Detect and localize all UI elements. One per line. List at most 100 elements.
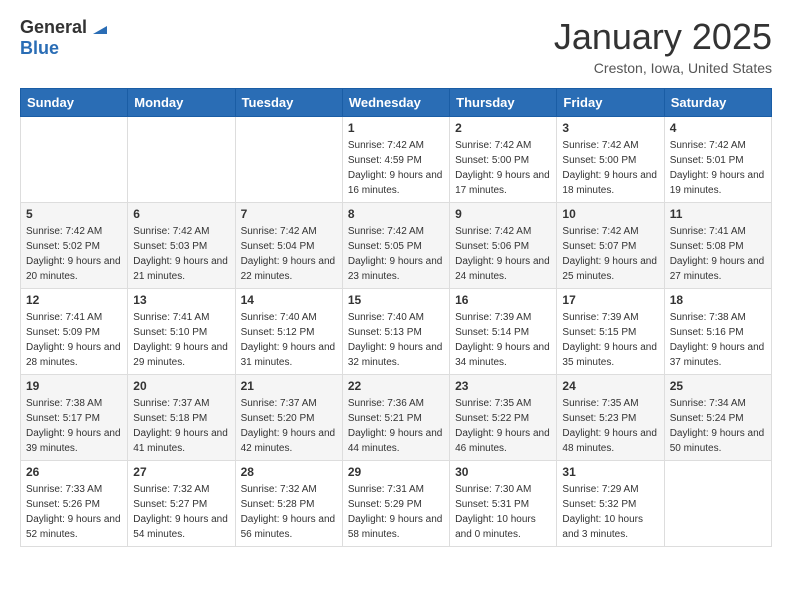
- sunset-text: Sunset: 5:07 PM: [562, 239, 658, 254]
- header-row: Sunday Monday Tuesday Wednesday Thursday…: [21, 89, 772, 117]
- sunrise-text: Sunrise: 7:37 AM: [241, 396, 337, 411]
- day-number: 28: [241, 465, 337, 479]
- sunrise-text: Sunrise: 7:36 AM: [348, 396, 444, 411]
- sunrise-text: Sunrise: 7:34 AM: [670, 396, 766, 411]
- day-info: Sunrise: 7:38 AMSunset: 5:16 PMDaylight:…: [670, 310, 766, 370]
- day-info: Sunrise: 7:37 AMSunset: 5:20 PMDaylight:…: [241, 396, 337, 456]
- calendar-cell: 27Sunrise: 7:32 AMSunset: 5:27 PMDayligh…: [128, 461, 235, 547]
- day-info: Sunrise: 7:41 AMSunset: 5:10 PMDaylight:…: [133, 310, 229, 370]
- sunrise-text: Sunrise: 7:31 AM: [348, 482, 444, 497]
- sunset-text: Sunset: 5:03 PM: [133, 239, 229, 254]
- sunset-text: Sunset: 5:13 PM: [348, 325, 444, 340]
- day-info: Sunrise: 7:42 AMSunset: 4:59 PMDaylight:…: [348, 138, 444, 198]
- daylight-text: Daylight: 9 hours and 21 minutes.: [133, 254, 229, 284]
- day-number: 2: [455, 121, 551, 135]
- day-number: 1: [348, 121, 444, 135]
- sunrise-text: Sunrise: 7:37 AM: [133, 396, 229, 411]
- daylight-text: Daylight: 9 hours and 54 minutes.: [133, 512, 229, 542]
- sunrise-text: Sunrise: 7:29 AM: [562, 482, 658, 497]
- calendar-week-2: 5Sunrise: 7:42 AMSunset: 5:02 PMDaylight…: [21, 203, 772, 289]
- daylight-text: Daylight: 9 hours and 48 minutes.: [562, 426, 658, 456]
- day-info: Sunrise: 7:40 AMSunset: 5:12 PMDaylight:…: [241, 310, 337, 370]
- page: General Blue January 2025 Creston, Iowa,…: [0, 0, 792, 563]
- col-monday: Monday: [128, 89, 235, 117]
- day-info: Sunrise: 7:41 AMSunset: 5:09 PMDaylight:…: [26, 310, 122, 370]
- daylight-text: Daylight: 9 hours and 29 minutes.: [133, 340, 229, 370]
- day-number: 8: [348, 207, 444, 221]
- sunrise-text: Sunrise: 7:35 AM: [455, 396, 551, 411]
- sunset-text: Sunset: 5:15 PM: [562, 325, 658, 340]
- day-number: 31: [562, 465, 658, 479]
- calendar-cell: 15Sunrise: 7:40 AMSunset: 5:13 PMDayligh…: [342, 289, 449, 375]
- day-info: Sunrise: 7:42 AMSunset: 5:05 PMDaylight:…: [348, 224, 444, 284]
- sunset-text: Sunset: 5:08 PM: [670, 239, 766, 254]
- day-number: 24: [562, 379, 658, 393]
- day-info: Sunrise: 7:32 AMSunset: 5:27 PMDaylight:…: [133, 482, 229, 542]
- calendar-cell: 17Sunrise: 7:39 AMSunset: 5:15 PMDayligh…: [557, 289, 664, 375]
- sunrise-text: Sunrise: 7:42 AM: [455, 138, 551, 153]
- sunrise-text: Sunrise: 7:30 AM: [455, 482, 551, 497]
- month-title: January 2025: [554, 16, 772, 58]
- sunrise-text: Sunrise: 7:42 AM: [562, 224, 658, 239]
- sunrise-text: Sunrise: 7:33 AM: [26, 482, 122, 497]
- calendar-week-4: 19Sunrise: 7:38 AMSunset: 5:17 PMDayligh…: [21, 375, 772, 461]
- calendar-week-5: 26 Sunrise: 7:33 AMSunset: 5:26 PMDayligh…: [21, 461, 772, 547]
- calendar-cell: 14Sunrise: 7:40 AMSunset: 5:12 PMDayligh…: [235, 289, 342, 375]
- sunrise-text: Sunrise: 7:40 AM: [241, 310, 337, 325]
- daylight-text: Daylight: 9 hours and 35 minutes.: [562, 340, 658, 370]
- calendar-cell: 28 Sunrise: 7:32 AMSunset: 5:28 PMDayligh…: [235, 461, 342, 547]
- day-info: Sunrise: 7:32 AMSunset: 5:28 PMDaylight:…: [241, 482, 337, 542]
- sunrise-text: Sunrise: 7:41 AM: [26, 310, 122, 325]
- sunrise-text: Sunrise: 7:41 AM: [670, 224, 766, 239]
- sunset-text: Sunset: 5:29 PM: [348, 497, 444, 512]
- calendar-cell: 20Sunrise: 7:37 AMSunset: 5:18 PMDayligh…: [128, 375, 235, 461]
- daylight-text: Daylight: 9 hours and 22 minutes.: [241, 254, 337, 284]
- sunset-text: Sunset: 5:00 PM: [562, 153, 658, 168]
- sunrise-text: Sunrise: 7:35 AM: [562, 396, 658, 411]
- day-number: 21: [241, 379, 337, 393]
- day-info: Sunrise: 7:42 AMSunset: 5:00 PMDaylight:…: [562, 138, 658, 198]
- sunset-text: Sunset: 5:24 PM: [670, 411, 766, 426]
- calendar-week-3: 12Sunrise: 7:41 AMSunset: 5:09 PMDayligh…: [21, 289, 772, 375]
- calendar-week-1: 1 Sunrise: 7:42 AMSunset: 4:59 PMDaylight…: [21, 117, 772, 203]
- location-text: Creston, Iowa, United States: [554, 60, 772, 76]
- sunrise-text: Sunrise: 7:42 AM: [455, 224, 551, 239]
- day-info: Sunrise: 7:29 AMSunset: 5:32 PMDaylight:…: [562, 482, 658, 542]
- calendar-cell: [664, 461, 771, 547]
- daylight-text: Daylight: 9 hours and 20 minutes.: [26, 254, 122, 284]
- day-number: 4: [670, 121, 766, 135]
- day-number: 18: [670, 293, 766, 307]
- daylight-text: Daylight: 9 hours and 32 minutes.: [348, 340, 444, 370]
- day-number: 23: [455, 379, 551, 393]
- sunrise-text: Sunrise: 7:39 AM: [562, 310, 658, 325]
- calendar-cell: 1 Sunrise: 7:42 AMSunset: 4:59 PMDaylight…: [342, 117, 449, 203]
- day-info: Sunrise: 7:41 AMSunset: 5:08 PMDaylight:…: [670, 224, 766, 284]
- sunset-text: Sunset: 5:18 PM: [133, 411, 229, 426]
- calendar-cell: [128, 117, 235, 203]
- day-info: Sunrise: 7:42 AMSunset: 5:03 PMDaylight:…: [133, 224, 229, 284]
- sunset-text: Sunset: 5:32 PM: [562, 497, 658, 512]
- calendar-cell: 25Sunrise: 7:34 AMSunset: 5:24 PMDayligh…: [664, 375, 771, 461]
- sunrise-text: Sunrise: 7:39 AM: [455, 310, 551, 325]
- calendar-cell: 19Sunrise: 7:38 AMSunset: 5:17 PMDayligh…: [21, 375, 128, 461]
- calendar-cell: 31 Sunrise: 7:29 AMSunset: 5:32 PMDayligh…: [557, 461, 664, 547]
- sunrise-text: Sunrise: 7:41 AM: [133, 310, 229, 325]
- day-info: Sunrise: 7:35 AMSunset: 5:23 PMDaylight:…: [562, 396, 658, 456]
- header: General Blue January 2025 Creston, Iowa,…: [20, 16, 772, 76]
- calendar-cell: 7Sunrise: 7:42 AMSunset: 5:04 PMDaylight…: [235, 203, 342, 289]
- col-thursday: Thursday: [450, 89, 557, 117]
- sunset-text: Sunset: 5:04 PM: [241, 239, 337, 254]
- sunset-text: Sunset: 5:09 PM: [26, 325, 122, 340]
- sunset-text: Sunset: 5:10 PM: [133, 325, 229, 340]
- sunrise-text: Sunrise: 7:38 AM: [670, 310, 766, 325]
- day-number: 10: [562, 207, 658, 221]
- day-info: Sunrise: 7:34 AMSunset: 5:24 PMDaylight:…: [670, 396, 766, 456]
- calendar-cell: 6Sunrise: 7:42 AMSunset: 5:03 PMDaylight…: [128, 203, 235, 289]
- sunset-text: Sunset: 5:22 PM: [455, 411, 551, 426]
- daylight-text: Daylight: 9 hours and 16 minutes.: [348, 168, 444, 198]
- daylight-text: Daylight: 9 hours and 42 minutes.: [241, 426, 337, 456]
- sunset-text: Sunset: 5:02 PM: [26, 239, 122, 254]
- day-info: Sunrise: 7:33 AMSunset: 5:26 PMDaylight:…: [26, 482, 122, 542]
- day-number: 9: [455, 207, 551, 221]
- day-number: 26: [26, 465, 122, 479]
